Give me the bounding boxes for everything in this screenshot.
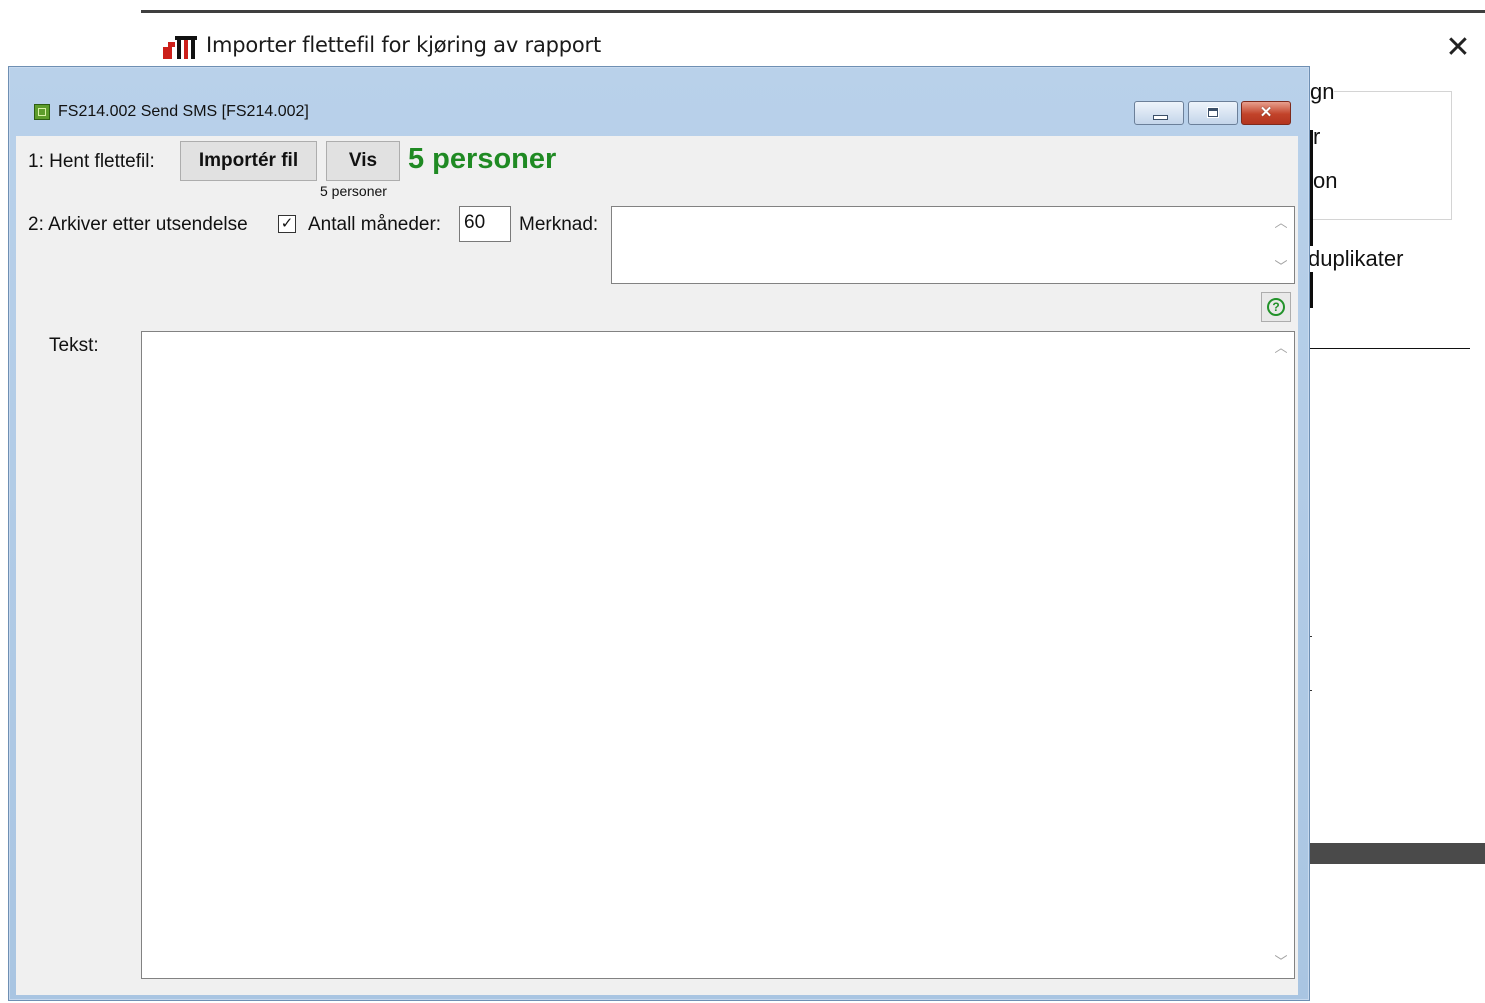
help-button[interactable]: ? [1261, 292, 1291, 322]
minimize-icon [1135, 102, 1183, 124]
text-scroll-down-icon[interactable]: ﹀ [1274, 956, 1288, 970]
months-label: Antall måneder: [308, 214, 442, 235]
background-bottom-bar [1300, 843, 1485, 864]
text-label: Tekst: [49, 335, 99, 356]
person-count-label: 5 personer [408, 143, 557, 175]
note-scroll-up-icon[interactable]: ︿ [1274, 217, 1288, 231]
background-window-title: Importer flettefil for kjøring av rappor… [206, 33, 602, 57]
months-input[interactable]: 60 [459, 206, 511, 242]
step2-label: 2: Arkiver etter utsendelse [28, 214, 248, 235]
note-textarea[interactable]: ︿ ﹀ [611, 206, 1295, 284]
app-logo-icon [163, 36, 197, 59]
background-group-box [1300, 91, 1452, 220]
text-scroll-up-icon[interactable]: ︿ [1274, 342, 1288, 356]
maximize-icon [1189, 102, 1237, 124]
background-item-r: r [1313, 124, 1321, 150]
note-scroll-down-icon[interactable]: ﹀ [1274, 261, 1288, 275]
help-icon: ? [1267, 298, 1285, 316]
note-label: Merknad: [519, 214, 599, 235]
person-count-small: 5 personer [320, 183, 387, 199]
background-item-duplikater: duplikater [1308, 246, 1404, 272]
show-button[interactable]: Vis [326, 141, 400, 181]
close-button[interactable]: ✕ [1241, 101, 1291, 125]
sms-text-area[interactable]: ︿ ﹀ [141, 331, 1295, 979]
maximize-button[interactable] [1188, 101, 1238, 125]
minimize-button[interactable] [1134, 101, 1184, 125]
archive-checkbox[interactable]: ✓ [278, 215, 296, 233]
window-title: FS214.002 Send SMS [FS214.002] [58, 103, 309, 120]
step1-label: 1: Hent flettefil: [28, 151, 155, 172]
import-file-button[interactable]: Importér fil [180, 141, 317, 181]
form-icon [34, 104, 50, 120]
background-divider [1300, 348, 1470, 349]
close-icon: ✕ [1259, 104, 1273, 121]
background-item-on: on [1313, 168, 1338, 194]
background-close-icon[interactable]: ✕ [1440, 30, 1476, 66]
background-group-label: gn [1310, 79, 1335, 105]
